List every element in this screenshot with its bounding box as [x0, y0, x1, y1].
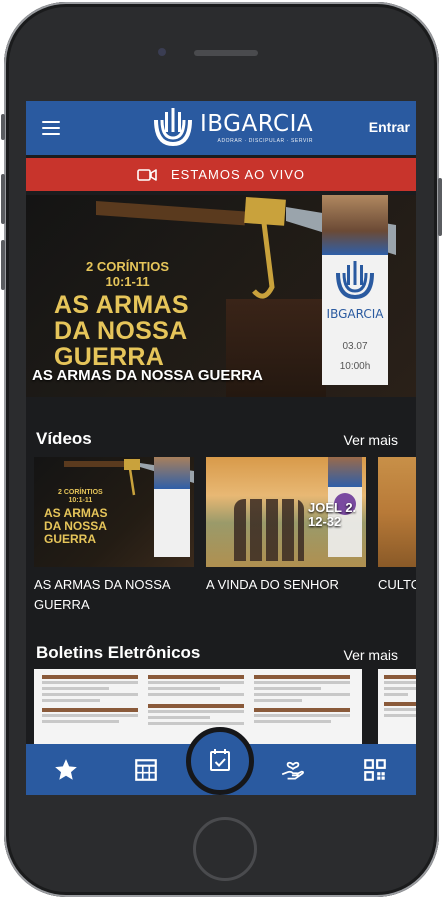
people-illustration	[234, 499, 304, 561]
login-link[interactable]: Entrar	[369, 119, 410, 135]
video-thumbnail: JOEL 2. 12-32	[206, 457, 366, 567]
video-title: CULTO	[378, 577, 416, 592]
church-logo-icon	[336, 261, 374, 300]
bulletins-see-more-link[interactable]: Ver mais	[344, 647, 398, 663]
calendar-check-icon	[210, 749, 230, 771]
video-card[interactable]: JOEL 2. 12-32 A VINDA DO SENHOR	[206, 457, 366, 595]
hero-reference: 2 CORÍNTIOS 10:1-11	[86, 259, 170, 289]
volume-up-button	[1, 174, 5, 224]
hand-heart-icon[interactable]	[280, 757, 306, 783]
app-screen: IBGARCIA ADORAR · DISCIPULAR · SERVIR En…	[26, 101, 416, 795]
home-button	[193, 817, 257, 881]
featured-sermon-banner[interactable]: 2 CORÍNTIOS 10:1-11 AS ARMAS DA NOSSA GU…	[26, 195, 416, 397]
nav-center-button[interactable]	[186, 727, 254, 795]
thumb-reference: JOEL 2. 12-32	[308, 500, 357, 529]
pastor-photo	[322, 195, 388, 255]
menu-icon[interactable]	[42, 121, 60, 135]
hero-title: AS ARMAS DA NOSSA GUERRA	[32, 367, 263, 384]
hero-card-time: 10:00h	[339, 361, 371, 372]
mute-switch	[1, 114, 5, 140]
logo-tagline: ADORAR · DISCIPULAR · SERVIR	[217, 138, 314, 144]
hero-card-date: 03.07	[342, 341, 368, 352]
thumb-side-card	[154, 457, 190, 557]
hero-headline: AS ARMAS DA NOSSA GUERRA	[54, 291, 189, 371]
hero-card-name: IBGARCIA	[326, 307, 384, 321]
video-title: AS ARMAS DA NOSSA GUERRA	[34, 577, 170, 612]
calendar-grid-icon[interactable]	[133, 757, 159, 783]
volume-down-button	[1, 240, 5, 290]
top-app-bar: IBGARCIA ADORAR · DISCIPULAR · SERVIR En…	[26, 101, 416, 155]
video-title: A VINDA DO SENHOR	[206, 577, 339, 592]
bulletin-card[interactable]	[378, 669, 416, 747]
live-label: ESTAMOS AO VIVO	[171, 167, 305, 182]
church-logo-icon	[154, 108, 192, 147]
front-camera	[158, 48, 166, 56]
thumb-reference: 2 CORÍNTIOS 10:1-11	[58, 489, 103, 504]
brand-logo: IBGARCIA ADORAR · DISCIPULAR · SERVIR	[150, 106, 313, 150]
live-banner[interactable]: ESTAMOS AO VIVO	[26, 158, 416, 191]
video-thumbnail	[378, 457, 416, 567]
qr-code-icon[interactable]	[362, 757, 388, 783]
videos-carousel[interactable]: 2 CORÍNTIOS 10:1-11 AS ARMAS DA NOSSA GU…	[34, 457, 416, 617]
video-card[interactable]: 2 CORÍNTIOS 10:1-11 AS ARMAS DA NOSSA GU…	[34, 457, 194, 615]
video-card[interactable]: CULTO	[378, 457, 416, 595]
bulletins-section-title: Boletins Eletrônicos	[36, 643, 201, 662]
hero-side-card: IBGARCIA 03.07 10:00h	[322, 195, 388, 385]
video-thumbnail: 2 CORÍNTIOS 10:1-11 AS ARMAS DA NOSSA GU…	[34, 457, 194, 567]
logo-name: IBGARCIA	[200, 111, 314, 137]
power-button	[438, 178, 442, 236]
video-camera-icon	[137, 168, 157, 181]
videos-see-more-link[interactable]: Ver mais	[344, 432, 398, 448]
earpiece-speaker	[194, 50, 258, 56]
videos-section-title: Vídeos	[36, 429, 92, 448]
thumb-headline: AS ARMAS DA NOSSA GUERRA	[44, 506, 108, 546]
star-icon[interactable]	[53, 757, 79, 783]
